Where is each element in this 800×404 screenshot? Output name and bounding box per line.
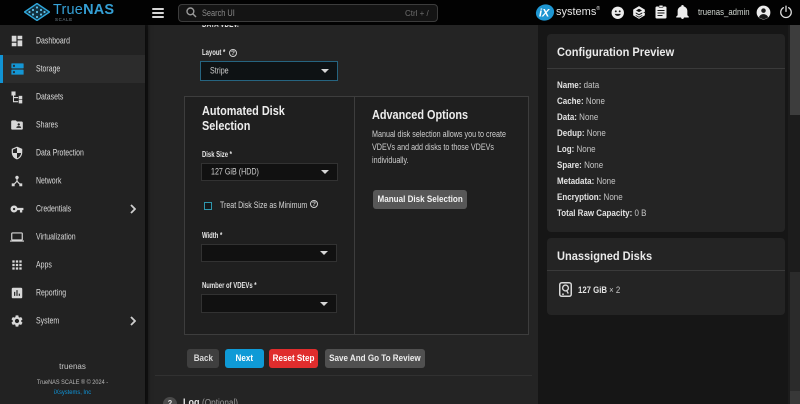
svg-text:iX: iX: [539, 8, 550, 20]
